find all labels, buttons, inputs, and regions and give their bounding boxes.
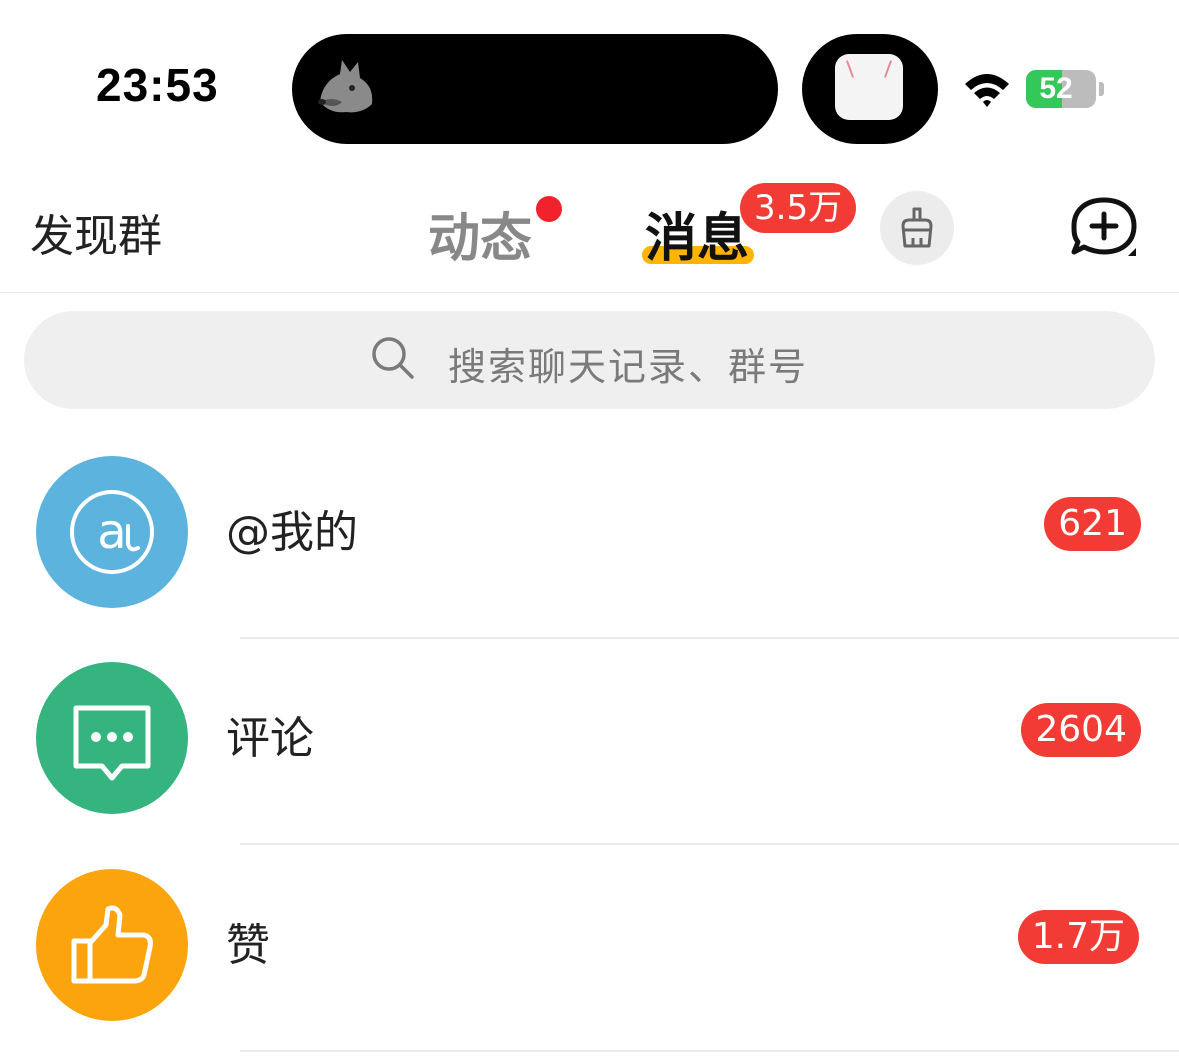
thumbs-up-icon bbox=[71, 905, 153, 984]
header-divider bbox=[0, 292, 1179, 293]
comments-avatar bbox=[36, 662, 188, 814]
list-item-likes[interactable]: 赞 1.7万 bbox=[0, 845, 1179, 1052]
tab-messages[interactable]: 消息 bbox=[645, 196, 749, 271]
clear-unread-button[interactable] bbox=[880, 191, 954, 265]
list-item-comments[interactable]: 评论 2604 bbox=[0, 638, 1179, 845]
search-icon bbox=[372, 337, 414, 379]
app-thumbnail-icon bbox=[835, 54, 903, 120]
unread-dot bbox=[536, 196, 562, 222]
messages-badge: 3.5万 bbox=[740, 183, 857, 233]
wifi-icon bbox=[965, 74, 1009, 107]
discover-groups-link[interactable]: 发现群 bbox=[30, 200, 162, 264]
likes-avatar bbox=[36, 869, 188, 1021]
list-item-label: 赞 bbox=[226, 920, 270, 971]
battery-percent: 52 bbox=[1039, 72, 1073, 105]
unread-badge: 1.7万 bbox=[1017, 910, 1139, 964]
battery-tip bbox=[1099, 82, 1104, 96]
unread-badge: 2604 bbox=[1021, 703, 1141, 757]
row-divider bbox=[240, 1050, 1179, 1052]
list-item-label: @我的 bbox=[226, 507, 358, 558]
status-time: 23:53 bbox=[96, 59, 219, 111]
svg-text:a: a bbox=[97, 504, 126, 560]
list-item-label: 评论 bbox=[226, 713, 314, 764]
new-chat-icon[interactable] bbox=[1068, 196, 1140, 262]
broom-icon bbox=[901, 207, 933, 248]
tab-dynamic[interactable]: 动态 bbox=[428, 196, 532, 271]
wolf-icon bbox=[318, 60, 373, 113]
comment-icon bbox=[73, 705, 151, 781]
unread-badge: 621 bbox=[1044, 497, 1141, 551]
battery-icon: 52 bbox=[1026, 70, 1096, 108]
list-item-mentions[interactable]: a @我的 621 bbox=[0, 432, 1179, 639]
mentions-avatar: a bbox=[36, 456, 188, 608]
at-icon: a bbox=[70, 490, 154, 574]
search-placeholder[interactable]: 搜索聊天记录、群号 bbox=[448, 336, 808, 391]
